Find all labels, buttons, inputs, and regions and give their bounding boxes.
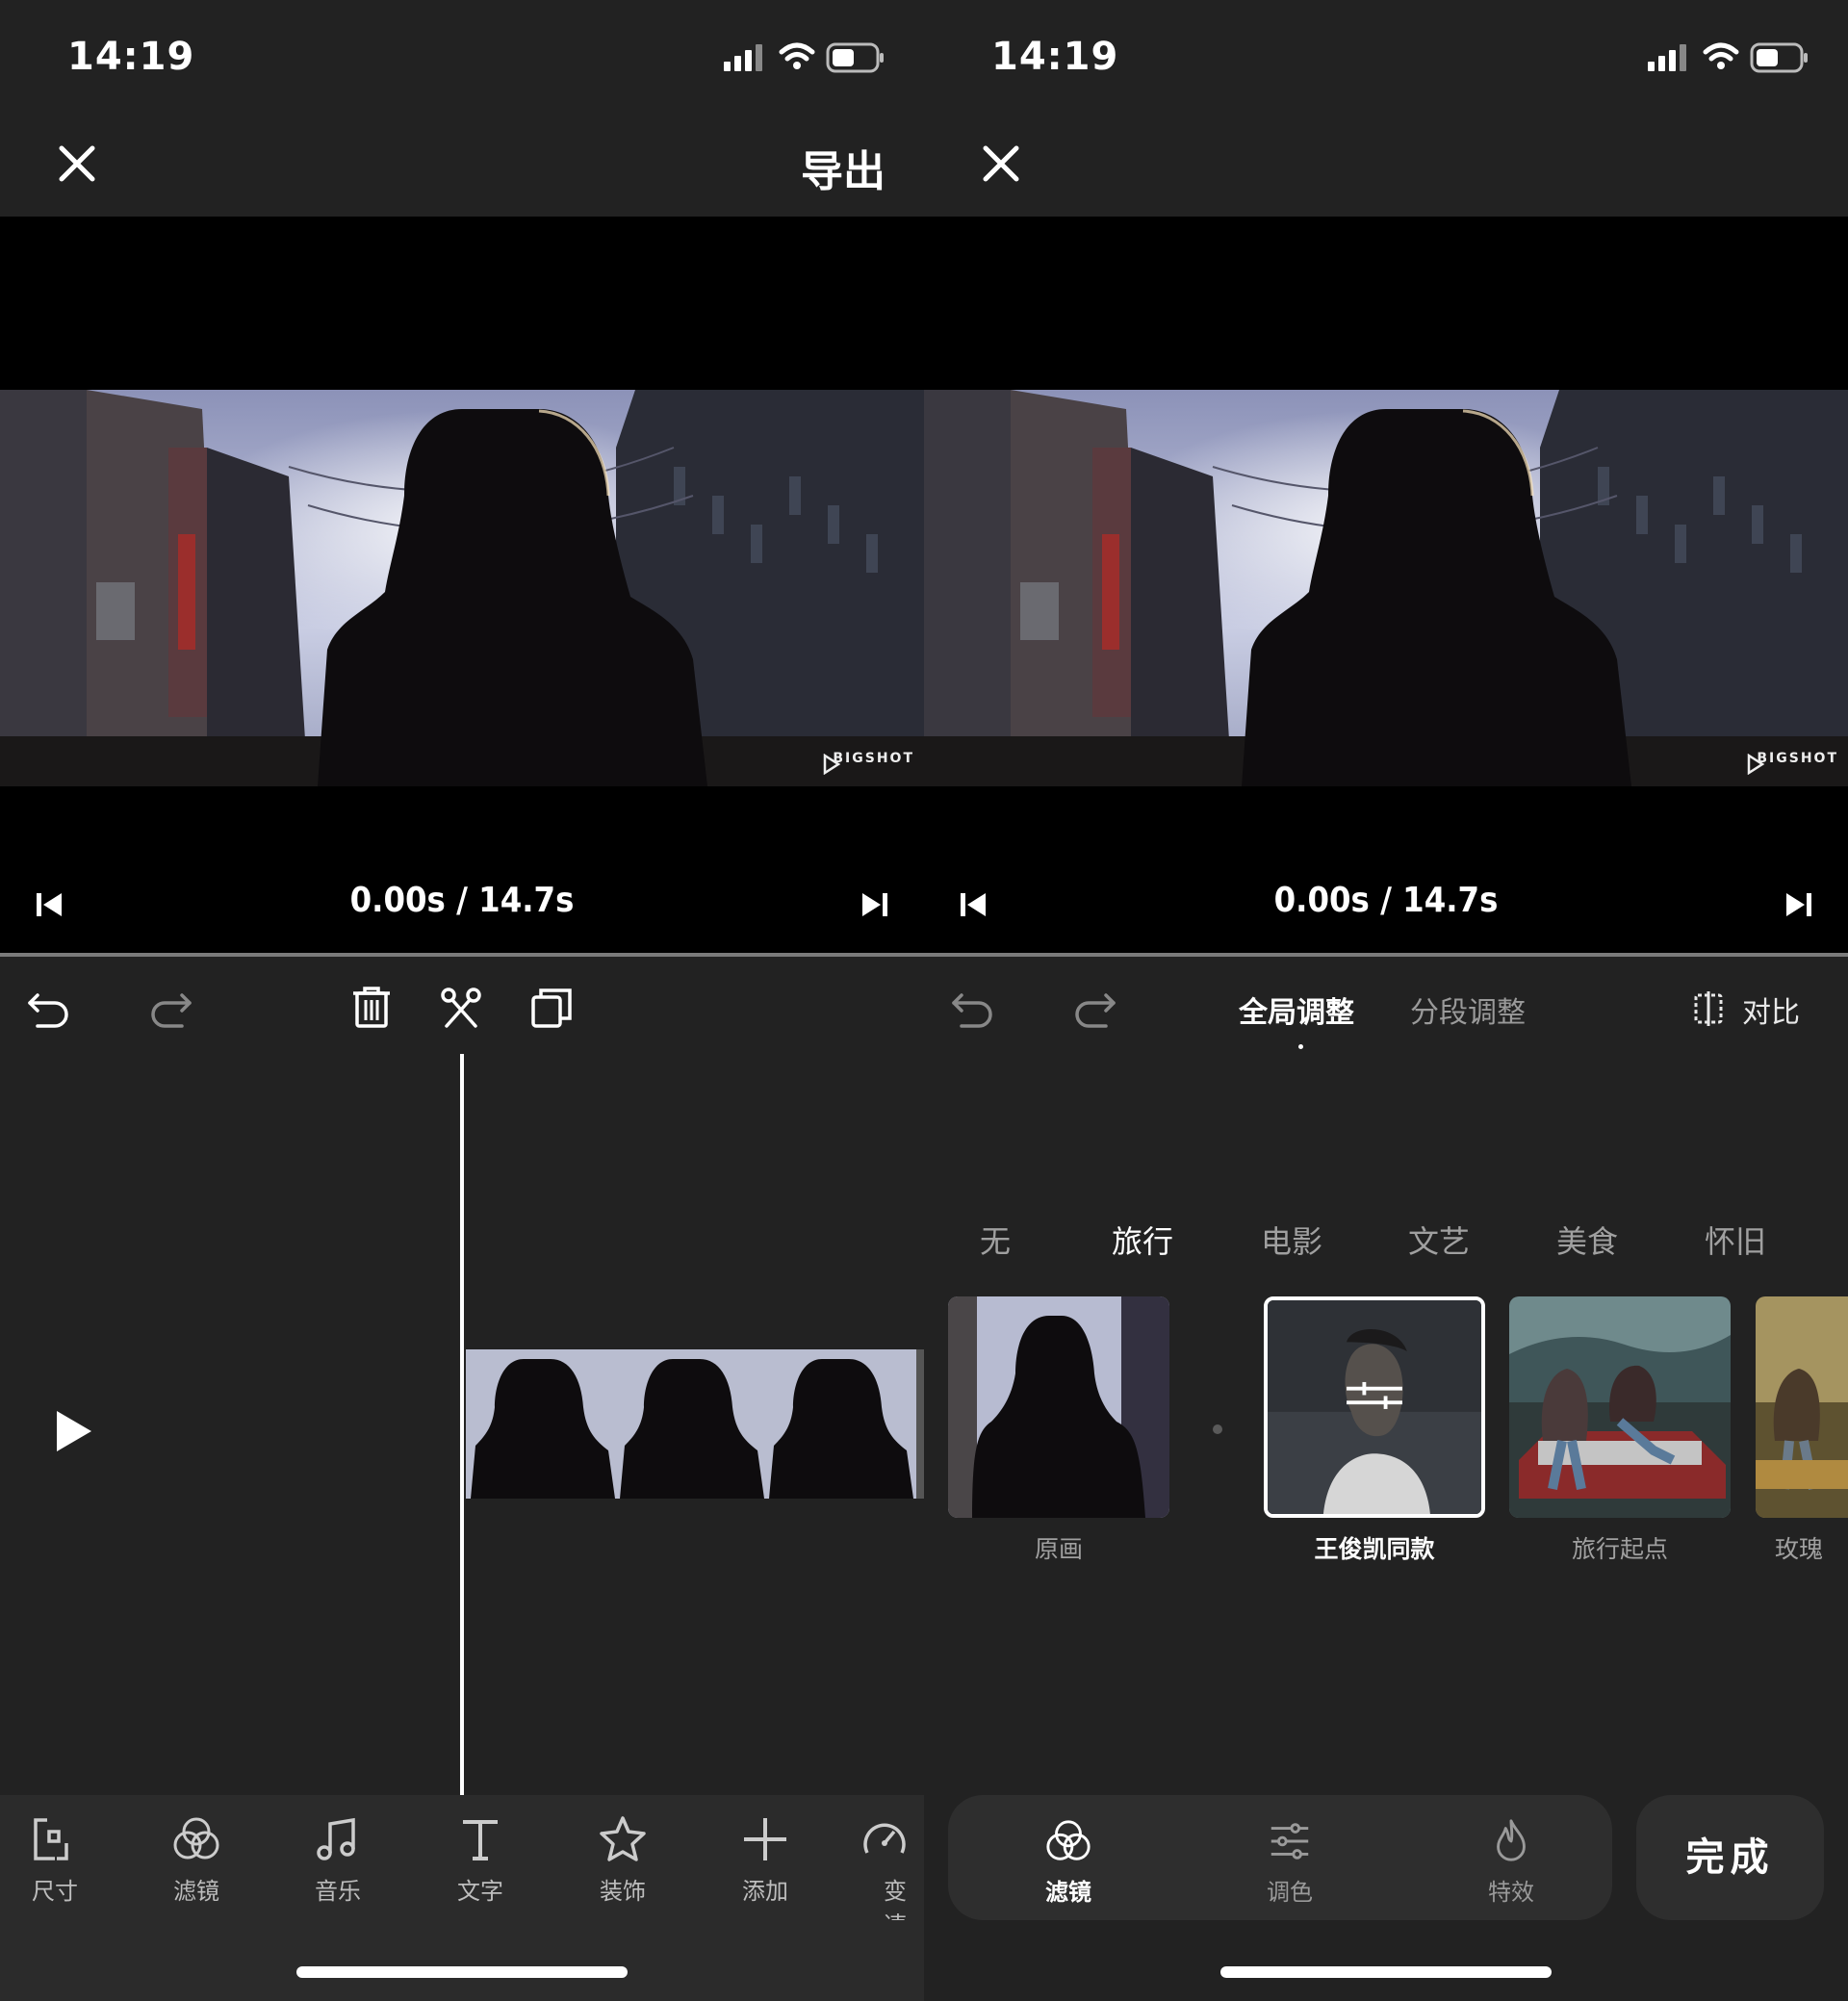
status-bar: 14:19 <box>924 0 1848 115</box>
undo-icon[interactable] <box>948 984 996 1032</box>
nav-size-label: 尺寸 <box>32 1878 78 1905</box>
mode-filter-label: 滤镜 <box>1045 1879 1091 1906</box>
filter-label-travel-start: 旅行起点 <box>1571 1535 1668 1563</box>
playback-time: 0.00s / 14.7s <box>349 881 575 920</box>
redo-icon[interactable] <box>1071 984 1119 1032</box>
thumb-image <box>1509 1296 1731 1518</box>
speed-gauge-icon <box>863 1823 906 1854</box>
flame-icon <box>1497 1819 1526 1861</box>
nav-text[interactable]: 文字 <box>427 1814 533 1920</box>
playback-time: 0.00s / 14.7s <box>1273 881 1499 920</box>
category-movie[interactable]: 电影 <box>1261 1218 1322 1262</box>
nav-filter-label: 滤镜 <box>173 1878 219 1905</box>
redo-icon[interactable] <box>147 984 195 1032</box>
nav-add-label: 添加 <box>742 1878 788 1905</box>
nav-add[interactable]: 添加 <box>712 1814 818 1920</box>
thumb-image <box>1268 1300 1481 1514</box>
video-frame <box>0 390 924 786</box>
filter-thumb-rose[interactable] <box>1756 1296 1848 1518</box>
close-icon[interactable] <box>980 142 1022 185</box>
status-icons <box>1648 42 1808 73</box>
tab-segment-adjust[interactable]: 分段调整 <box>1410 988 1526 1031</box>
scissors-icon[interactable] <box>437 984 485 1032</box>
nav-text-label: 文字 <box>457 1878 503 1905</box>
nav-decoration-label: 装饰 <box>600 1878 646 1905</box>
status-icons <box>724 42 884 73</box>
filter-label-original: 原画 <box>1034 1535 1083 1563</box>
filter-label-wjk: 王俊凯同款 <box>1314 1535 1435 1563</box>
duplicate-icon[interactable] <box>527 984 576 1032</box>
clip-thumbnails <box>466 1349 924 1499</box>
home-indicator <box>1220 1966 1552 1978</box>
status-time: 14:19 <box>67 35 195 79</box>
mode-effects-label: 特效 <box>1488 1879 1534 1906</box>
play-icon[interactable] <box>53 1407 95 1455</box>
mode-color[interactable]: 调色 <box>1232 1817 1348 1907</box>
status-time: 14:19 <box>991 35 1119 79</box>
nav-size[interactable]: 尺寸 <box>2 1814 108 1920</box>
category-none[interactable]: 无 <box>980 1218 1011 1262</box>
nav-music[interactable]: 音乐 <box>285 1814 391 1920</box>
mode-effects[interactable]: 特效 <box>1453 1817 1569 1907</box>
video-preview[interactable]: BIGSHOT 0.00s / 14.7s <box>924 217 1848 953</box>
undo-icon[interactable] <box>24 984 72 1032</box>
watermark-logo: BIGSHOT <box>833 751 914 766</box>
crop-size-icon <box>34 1818 68 1860</box>
status-bar: 14:19 <box>0 0 924 115</box>
mode-filter[interactable]: 滤镜 <box>1011 1817 1126 1907</box>
progress-track[interactable] <box>924 953 1848 957</box>
header-bar <box>924 115 1848 217</box>
home-indicator <box>296 1966 628 1978</box>
watermark-logo: BIGSHOT <box>1757 751 1838 766</box>
filter-thumb-wjk[interactable] <box>1264 1296 1485 1518</box>
filter-label-rose: 玫瑰 <box>1775 1535 1824 1563</box>
close-icon[interactable] <box>56 142 98 185</box>
filter-circles-icon <box>1046 1820 1091 1860</box>
mode-color-label: 调色 <box>1267 1879 1313 1906</box>
nav-filter[interactable]: 滤镜 <box>143 1814 249 1920</box>
text-t-icon <box>463 1820 498 1860</box>
nav-speed[interactable]: 变速 <box>852 1814 924 1920</box>
video-preview[interactable]: BIGSHOT 0.00s / 14.7s <box>0 217 924 953</box>
thumb-image <box>948 1296 1169 1518</box>
header-bar <box>0 115 924 217</box>
nav-music-label: 音乐 <box>315 1878 361 1905</box>
playhead[interactable] <box>460 1054 464 1795</box>
done-button[interactable]: 完成 <box>1636 1795 1824 1920</box>
nav-decoration[interactable]: 装饰 <box>570 1814 676 1920</box>
filter-circles-icon <box>173 1817 219 1860</box>
category-food[interactable]: 美食 <box>1556 1218 1618 1262</box>
filter-screen: 14:19 BIGSHOT 0.00s / 14.7s 全局调整 分段调整 对比… <box>924 0 1848 2001</box>
delete-icon[interactable] <box>347 984 396 1032</box>
category-travel[interactable]: 旅行 <box>1112 1218 1173 1262</box>
music-note-icon <box>317 1817 355 1860</box>
separator-dot <box>1213 1424 1222 1434</box>
nav-speed-label: 变速 <box>884 1878 907 1920</box>
thumb-image <box>1756 1296 1848 1518</box>
category-art[interactable]: 文艺 <box>1408 1218 1470 1262</box>
filter-thumb-original[interactable] <box>948 1296 1169 1518</box>
editor-screen: 14:19 导出 BIGSHOT 0.00s / 14.7s 尺寸 滤镜 音乐 … <box>0 0 924 2001</box>
compare-icon[interactable] <box>1693 991 1724 1026</box>
compare-button[interactable]: 对比 <box>1742 988 1800 1031</box>
progress-track[interactable] <box>0 953 924 957</box>
category-nostalgia[interactable]: 怀旧 <box>1705 1218 1766 1262</box>
star-decoration-icon <box>600 1816 646 1861</box>
tab-global-adjust[interactable]: 全局调整 <box>1239 988 1354 1031</box>
video-frame <box>924 390 1848 786</box>
skip-to-end-icon[interactable] <box>1784 890 1813 919</box>
video-clip-track[interactable] <box>466 1349 924 1499</box>
skip-to-end-icon[interactable] <box>860 890 889 919</box>
sliders-icon <box>1270 1823 1309 1860</box>
plus-add-icon <box>744 1818 786 1860</box>
filter-thumb-travel-start[interactable] <box>1509 1296 1731 1518</box>
active-tab-indicator <box>1298 1044 1303 1049</box>
export-button[interactable]: 导出 <box>801 137 886 198</box>
